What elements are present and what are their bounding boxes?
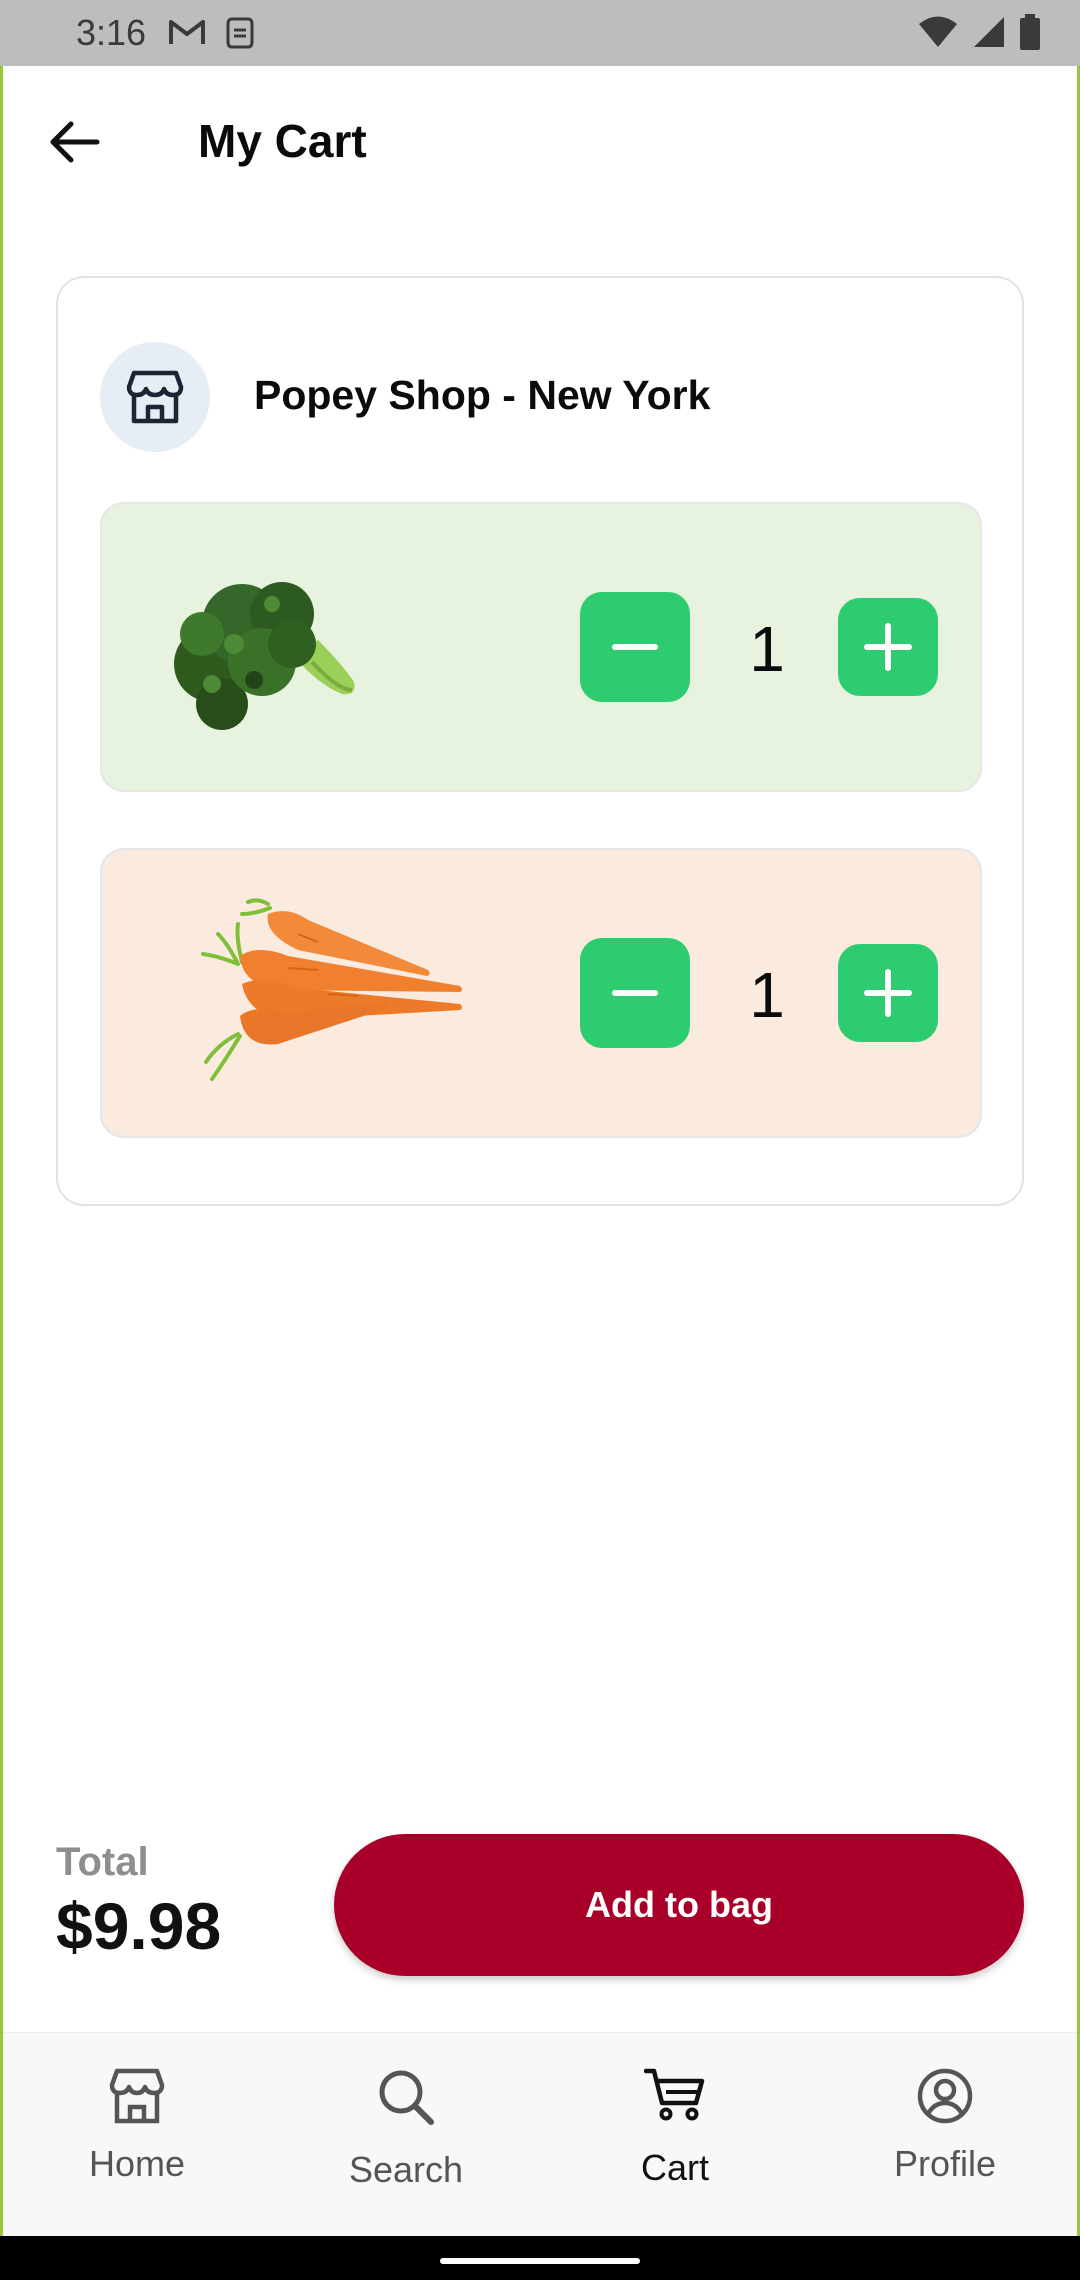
search-icon xyxy=(379,2070,434,2125)
nav-search[interactable]: Search xyxy=(306,2067,506,2191)
quantity-value: 1 xyxy=(749,959,785,1031)
quantity-value: 1 xyxy=(749,613,785,685)
arrow-left-icon xyxy=(50,121,100,163)
wifi-icon xyxy=(919,16,957,47)
nav-profile[interactable]: Profile xyxy=(845,2067,1045,2185)
nav-profile-label: Profile xyxy=(893,2143,997,2184)
store-icon xyxy=(109,2068,165,2124)
back-button[interactable] xyxy=(40,114,110,170)
app-bar: My Cart xyxy=(0,66,1080,216)
cart-item-broccoli: 1 xyxy=(100,502,982,792)
bottom-navigation: Home Search Cart Profile xyxy=(3,2032,1077,2236)
increase-quantity-button[interactable] xyxy=(838,598,938,696)
nav-home[interactable]: Home xyxy=(37,2067,237,2185)
status-time: 3:16 xyxy=(76,12,147,53)
cart-icon xyxy=(644,2068,705,2121)
nav-search-label: Search xyxy=(348,2149,464,2190)
carrots-image xyxy=(201,898,462,1081)
broccoli-image xyxy=(174,582,355,730)
system-navigation-bar xyxy=(0,2236,1080,2280)
page-title: My Cart xyxy=(198,115,367,167)
cart-card: Popey Shop - New York 1 1 xyxy=(56,276,1024,1206)
total-amount: $9.98 xyxy=(56,1889,222,1963)
plus-icon xyxy=(864,969,912,1017)
home-indicator[interactable] xyxy=(440,2258,640,2264)
shop-avatar xyxy=(100,342,210,452)
decrease-quantity-button[interactable] xyxy=(580,592,690,702)
battery-icon xyxy=(1020,14,1040,50)
minus-icon xyxy=(612,990,658,996)
sim-icon xyxy=(226,17,254,49)
nav-cart-label: Cart xyxy=(640,2147,709,2188)
plus-icon xyxy=(864,623,912,671)
store-icon xyxy=(126,370,184,424)
status-bar: 3:16 xyxy=(0,0,1080,66)
nav-cart[interactable]: Cart xyxy=(575,2067,775,2189)
increase-quantity-button[interactable] xyxy=(838,944,938,1042)
shop-name: Popey Shop - New York xyxy=(254,372,711,418)
signal-icon xyxy=(974,17,1004,47)
minus-icon xyxy=(612,644,658,650)
cart-item-carrots: 1 xyxy=(100,848,982,1138)
nav-home-label: Home xyxy=(88,2143,186,2184)
decrease-quantity-button[interactable] xyxy=(580,938,690,1048)
profile-icon xyxy=(917,2068,973,2124)
gmail-icon xyxy=(169,20,205,44)
add-to-bag-button[interactable]: Add to bag xyxy=(334,1834,1024,1976)
total-label: Total xyxy=(56,1840,149,1884)
